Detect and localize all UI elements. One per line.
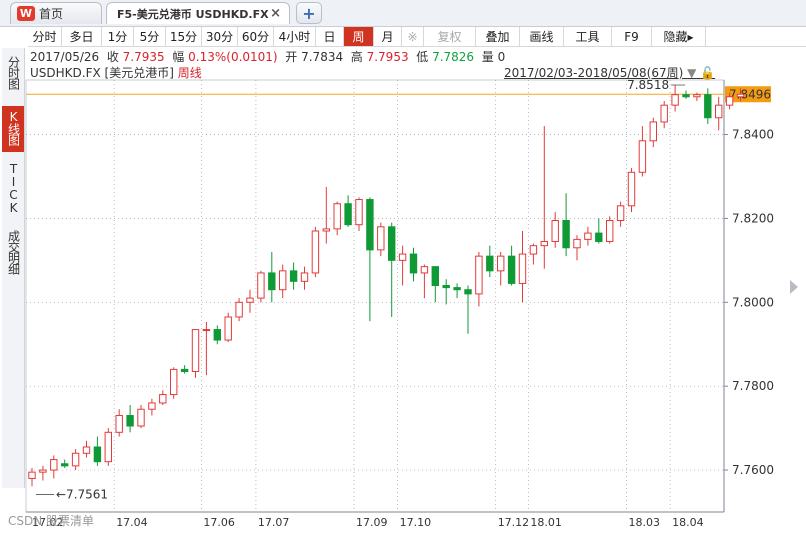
candle-body	[355, 199, 363, 226]
candle-body	[39, 469, 47, 473]
candle-body	[93, 446, 102, 463]
candle-body	[366, 199, 374, 251]
candle-body	[170, 368, 178, 396]
candle-body	[431, 266, 440, 287]
candle-body	[344, 203, 352, 226]
candle-body	[725, 96, 734, 106]
candle-body	[398, 253, 407, 261]
x-tick-label: 17.06	[203, 516, 235, 529]
candle-body	[224, 316, 232, 341]
candle-body	[627, 171, 636, 207]
candle-body	[660, 104, 668, 123]
candle-body	[191, 329, 200, 372]
min-price-label: ←7.7561	[56, 487, 108, 501]
candle-body	[71, 452, 80, 467]
candle-body	[682, 94, 690, 98]
candle-body	[616, 205, 625, 222]
max-price-label: 7.8518	[627, 78, 669, 92]
plot-frame	[25, 79, 725, 513]
candle-body	[82, 446, 91, 454]
candle-body	[584, 232, 592, 240]
x-tick-label: 18.04	[672, 516, 704, 529]
current-price-label: 7.8496	[729, 87, 771, 101]
candle-body	[638, 140, 647, 173]
candle-body	[551, 220, 559, 242]
candle-body	[333, 203, 341, 230]
candle-body	[497, 255, 505, 272]
candle-body	[202, 329, 211, 332]
candle-body	[671, 94, 679, 106]
x-tick-label: 17.07	[258, 516, 290, 529]
x-tick-label: 17.09	[356, 516, 388, 529]
candle-body	[257, 272, 265, 299]
candle-body	[453, 287, 461, 291]
candle-body	[573, 238, 581, 249]
candle-body	[442, 285, 450, 289]
candle-body	[159, 394, 167, 404]
candle-body	[235, 301, 243, 318]
candle-body	[322, 228, 331, 232]
y-tick-label: 7.8400	[732, 128, 774, 142]
candle-body	[279, 270, 287, 291]
watermark: CSDN 股票清单	[8, 514, 95, 528]
candle-body	[486, 255, 494, 272]
candle-body	[61, 463, 69, 467]
candle-body	[562, 220, 570, 249]
x-tick-label: 18.03	[629, 516, 661, 529]
candle-body	[595, 232, 603, 242]
candle-body	[268, 272, 276, 291]
candlestick-chart[interactable]: 7.8496 7.8400 7.8200 7.8000 7.7800 7.7600 17.0…	[0, 0, 806, 538]
candle-body	[289, 270, 298, 282]
candle-body	[50, 459, 58, 471]
candle-body	[28, 471, 36, 479]
candle-body	[311, 230, 320, 274]
candle-body	[507, 255, 516, 284]
candle-body	[704, 94, 712, 119]
candle-body	[606, 220, 614, 242]
candle-body	[388, 226, 396, 261]
candle-body	[409, 253, 418, 274]
candle-body	[715, 104, 723, 119]
candle-body	[529, 245, 538, 255]
candle-body	[464, 289, 472, 295]
x-tick-label: 17.04	[116, 516, 148, 529]
candle-body	[649, 121, 657, 142]
candle-body	[126, 415, 134, 427]
x-tick-label: 17.12	[498, 516, 530, 529]
y-tick-label: 7.8000	[732, 295, 774, 309]
candle-body	[693, 94, 701, 98]
candle-body	[213, 329, 222, 341]
x-tick-label: 17.10	[400, 516, 432, 529]
candle-body	[377, 226, 385, 251]
candle-body	[300, 272, 309, 282]
x-tick-label: 18.01	[530, 516, 562, 529]
candle-body	[246, 297, 254, 303]
candle-body	[148, 402, 156, 410]
candle-body	[104, 431, 112, 463]
candle-body	[736, 93, 745, 98]
candle-body	[137, 408, 145, 427]
y-tick-label: 7.7800	[732, 379, 774, 393]
candle-body	[518, 253, 527, 284]
candle-body	[475, 255, 483, 295]
y-tick-label: 7.7600	[732, 463, 774, 477]
y-tick-label: 7.8200	[732, 211, 774, 225]
candle-body	[420, 266, 429, 274]
candle-body	[115, 415, 123, 433]
expand-panel-icon[interactable]	[790, 280, 798, 294]
candle-body	[180, 368, 189, 372]
candle-body	[540, 240, 548, 247]
